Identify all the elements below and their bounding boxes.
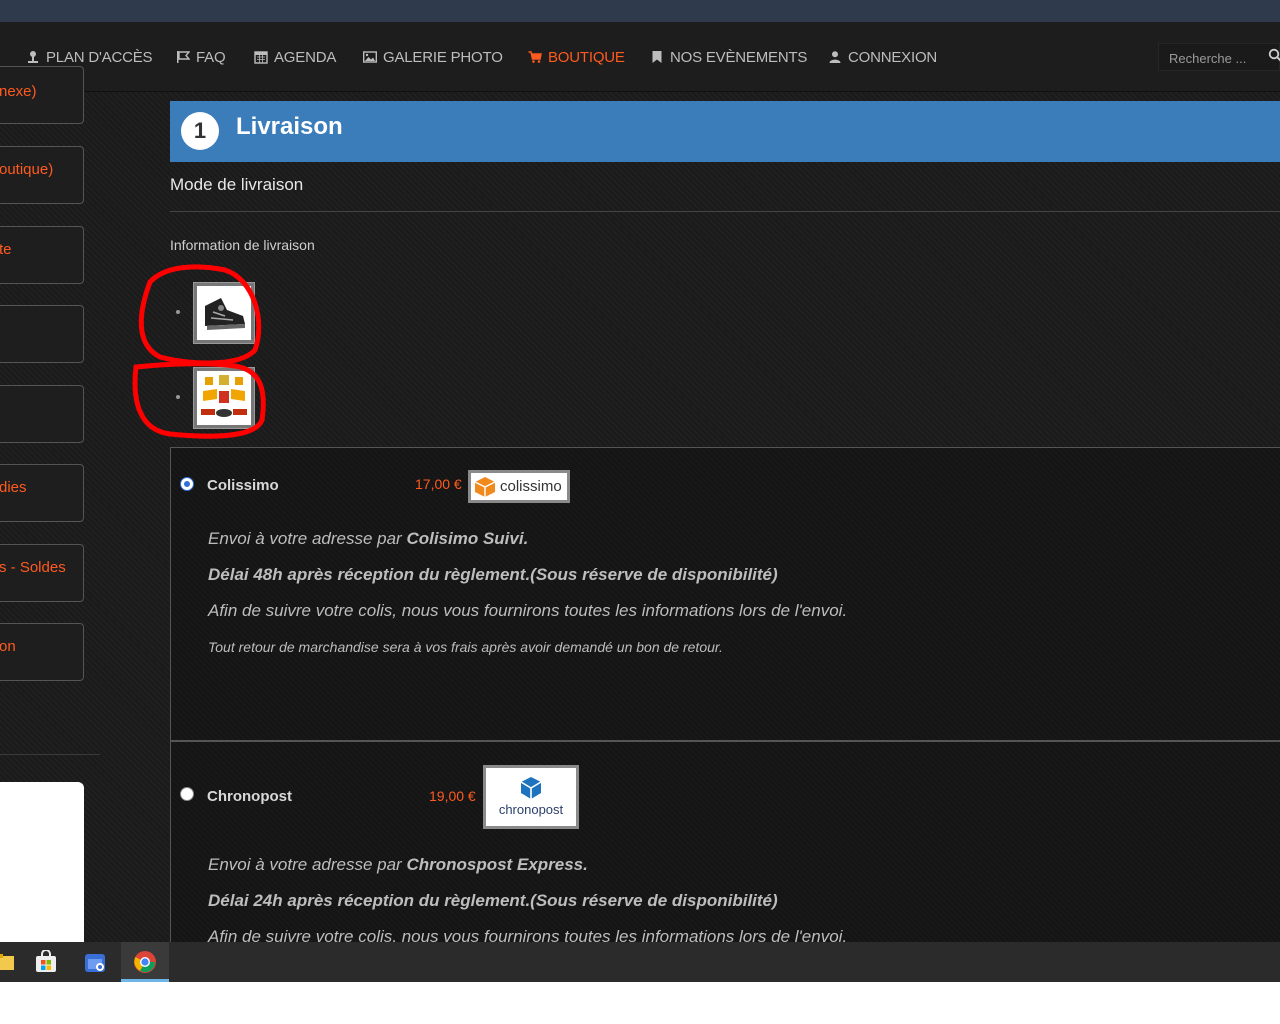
chronopost-logo-text: chronopost [498, 802, 564, 817]
delivery-info-label: Information de livraison [170, 237, 315, 253]
sidebar-item-5[interactable]: dies [0, 464, 84, 522]
step-number-badge: 1 [181, 112, 219, 150]
sidebar-divider [0, 754, 100, 755]
carrier-description-line2: Délai 48h après réception du règlement.(… [208, 565, 778, 584]
webpage: PLAN D'ACCÈS FAQ AGENDA GALERIE PHOTO BO… [0, 22, 1280, 942]
carrier-description-line1: Envoi à votre adresse par Chronospost Ex… [208, 855, 588, 875]
carrier-price: 19,00 € [429, 788, 476, 804]
carrier-name: Colissimo [207, 477, 279, 494]
carrier-description-line3: Afin de suivre votre colis, nous vous fo… [208, 927, 848, 942]
sidebar-item-4[interactable] [0, 385, 84, 443]
nav-plan-acces[interactable]: PLAN D'ACCÈS [26, 48, 153, 66]
carrier-chronopost[interactable]: Chronopost 19,00 € chronopost Envoi à vo… [170, 741, 1280, 942]
chrome-icon[interactable] [133, 950, 157, 974]
sidebar-item-label: outique) [0, 161, 54, 178]
sidebar-item-1[interactable]: outique) [0, 146, 84, 204]
section-divider [170, 211, 1280, 212]
colissimo-radio[interactable] [180, 477, 194, 491]
carrier-colissimo[interactable]: Colissimo 17,00 € colissimo Envoi à votr… [170, 447, 1280, 741]
os-taskbar [0, 942, 1280, 982]
colissimo-logo: colissimo [468, 470, 570, 503]
delivery-mode-label: Mode de livraison [170, 175, 304, 194]
sidebar-item-label: nexe) [0, 83, 37, 100]
desc-bold: Chronospost Express. [406, 855, 588, 874]
sidebar-item-label: dies [0, 479, 27, 496]
cube-icon [520, 777, 542, 799]
carrier-price: 17,00 € [415, 476, 462, 492]
nav-plan-acces-label: PLAN D'ACCÈS [46, 48, 153, 66]
desc-text: Envoi à votre adresse par [208, 855, 407, 874]
sidebar-item-label: te [0, 241, 12, 258]
sidebar-item-7[interactable]: on [0, 623, 84, 681]
file-explorer-icon[interactable] [0, 950, 16, 974]
sidebar-item-6[interactable]: s - Soldes [0, 544, 84, 602]
sidebar-item-0[interactable]: nexe) [0, 66, 84, 124]
step-header: 1 Livraison [170, 101, 1280, 162]
sidebar-item-3[interactable] [0, 305, 84, 363]
carrier-description-line3: Afin de suivre votre colis, nous vous fo… [208, 601, 848, 620]
carrier-description-line4: Tout retour de marchandise sera à vos fr… [208, 639, 723, 655]
desc-text: Envoi à votre adresse par [208, 529, 407, 548]
carrier-description-line1: Envoi à votre adresse par Colisimo Suivi… [208, 529, 528, 549]
red-annotation-circles [132, 264, 266, 439]
desc-bold: Colisimo Suivi. [406, 529, 529, 548]
sidebar-white-panel [0, 782, 84, 942]
checkout-content: 1 Livraison Mode de livraison Informatio… [132, 22, 1280, 942]
colissimo-logo-text: colissimo [500, 478, 562, 495]
carrier-name: Chronopost [207, 788, 292, 805]
microsoft-store-icon[interactable] [34, 950, 58, 974]
taskbar-active-indicator [121, 979, 169, 982]
sidebar-item-2[interactable]: te [0, 226, 84, 284]
sidebar-item-label: on [0, 638, 16, 655]
box-icon [474, 476, 496, 497]
chronopost-logo: chronopost [483, 765, 579, 829]
sidebar-item-label: s - Soldes [0, 559, 66, 576]
map-pin-icon [28, 51, 38, 63]
business-app-icon[interactable] [83, 950, 107, 974]
carrier-description-line2: Délai 24h après réception du règlement.(… [208, 891, 778, 910]
browser-top-strip [0, 0, 1280, 22]
step-title: Livraison [236, 113, 343, 140]
chronopost-radio[interactable] [180, 787, 194, 801]
